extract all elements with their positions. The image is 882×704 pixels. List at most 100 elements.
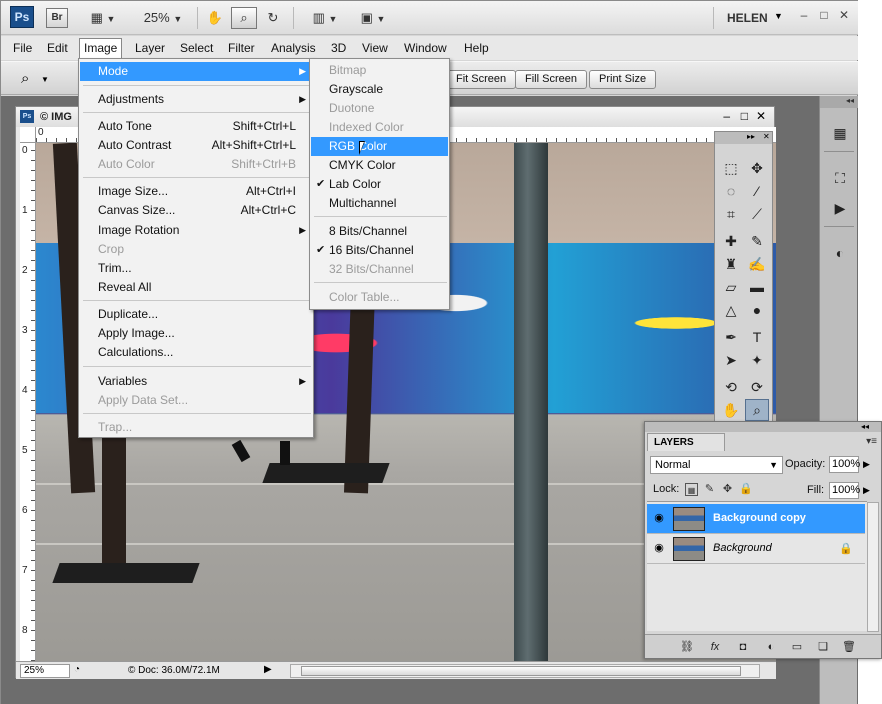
3d-rotate-tool[interactable]: ⟲ bbox=[719, 376, 743, 398]
tools-panel-header[interactable]: ▸▸ ✕ bbox=[715, 132, 772, 144]
fit-screen-button[interactable]: Fit Screen bbox=[446, 70, 517, 89]
layers-scrollbar[interactable] bbox=[867, 502, 879, 632]
new-layer-icon[interactable]: ❏ bbox=[815, 639, 831, 655]
type-tool[interactable]: T bbox=[745, 326, 769, 348]
collapse-icon[interactable]: ◂◂ bbox=[846, 96, 854, 105]
path-selection-tool[interactable]: ➤ bbox=[719, 349, 743, 371]
menu-item-auto-contrast[interactable]: Auto Contrast Alt+Shift+Ctrl+L bbox=[80, 136, 312, 155]
mode-item-cmyk-color[interactable]: CMYK Color bbox=[311, 156, 448, 175]
blend-mode-dropdown[interactable]: Normal ▼ bbox=[650, 456, 783, 474]
eraser-tool[interactable]: ▱ bbox=[719, 276, 743, 298]
menu-3d[interactable]: 3D bbox=[327, 38, 350, 58]
chevron-down-icon[interactable]: ▼ bbox=[774, 11, 783, 21]
ruler-origin[interactable] bbox=[20, 127, 36, 143]
3d-orbit-tool[interactable]: ⟳ bbox=[745, 376, 769, 398]
shape-tool[interactable]: ✦ bbox=[745, 349, 769, 371]
eye-visibility-icon[interactable]: ◉ bbox=[652, 542, 666, 554]
zoom-percentage-field[interactable]: 25% bbox=[20, 664, 70, 678]
screen-mode-button[interactable]: ▣ ▼ bbox=[353, 7, 393, 29]
lasso-tool[interactable]: ◌ bbox=[719, 180, 743, 202]
doc-maximize-button[interactable]: □ bbox=[741, 109, 748, 123]
workspace-user-label[interactable]: HELEN bbox=[727, 11, 768, 25]
menu-item-canvas-size[interactable]: Canvas Size... Alt+Ctrl+C bbox=[80, 201, 312, 220]
minimize-button[interactable]: – bbox=[796, 7, 812, 23]
menu-item-duplicate[interactable]: Duplicate... bbox=[80, 305, 312, 324]
link-layers-icon[interactable]: ⛓ bbox=[679, 639, 695, 655]
scrollbar-thumb[interactable] bbox=[301, 666, 741, 676]
adjustments-panel-button[interactable]: ◐ bbox=[829, 242, 851, 264]
opacity-field[interactable]: 100% bbox=[829, 456, 860, 473]
adjustment-layer-icon[interactable]: ◐ bbox=[763, 639, 779, 655]
mode-item-16-bits[interactable]: ✔ 16 Bits/Channel bbox=[311, 241, 448, 260]
menu-layer[interactable]: Layer bbox=[131, 38, 169, 58]
transform-panel-button[interactable]: ⛶ bbox=[829, 167, 851, 189]
blur-tool[interactable]: △ bbox=[719, 299, 743, 321]
menu-view[interactable]: View bbox=[358, 38, 392, 58]
layer-row[interactable]: ◉ Background copy bbox=[647, 504, 865, 534]
history-brush-tool[interactable]: ✍ bbox=[745, 253, 769, 275]
menu-item-variables[interactable]: Variables ▶ bbox=[80, 372, 312, 391]
clone-stamp-tool[interactable]: ♜ bbox=[719, 253, 743, 275]
status-menu-icon[interactable]: ◔ bbox=[74, 664, 80, 675]
collapse-icon[interactable]: ▸▸ bbox=[747, 132, 755, 141]
arrange-documents-button[interactable]: ▥ ▼ bbox=[305, 7, 345, 29]
mode-item-rgb-color[interactable]: RGB Color bbox=[311, 137, 448, 156]
layer-style-icon[interactable]: fx bbox=[707, 639, 723, 655]
panel-menu-icon[interactable]: ▾≡ bbox=[866, 436, 877, 447]
hand-tool-button[interactable]: ✋ bbox=[203, 7, 227, 29]
print-size-button[interactable]: Print Size bbox=[589, 70, 657, 89]
rotate-view-button[interactable]: ↻ bbox=[261, 7, 285, 29]
menu-item-image-size[interactable]: Image Size... Alt+Ctrl+I bbox=[80, 182, 312, 201]
lock-pixels-icon[interactable]: ✎ bbox=[703, 483, 716, 496]
animation-panel-button[interactable]: ▶ bbox=[829, 197, 851, 219]
zoom-tool[interactable]: ⌕ bbox=[745, 399, 769, 421]
chevron-down-icon[interactable]: ▼ bbox=[41, 75, 49, 84]
dock-header[interactable]: ◂◂ bbox=[820, 96, 858, 108]
photoshop-logo[interactable]: Ps bbox=[10, 6, 34, 28]
horizontal-scrollbar[interactable] bbox=[290, 664, 760, 678]
layers-tab[interactable]: LAYERS bbox=[647, 433, 725, 451]
gradient-tool[interactable]: ▬ bbox=[745, 276, 769, 298]
menu-analysis[interactable]: Analysis bbox=[267, 38, 320, 58]
eyedropper-tool[interactable]: ⟋ bbox=[745, 203, 769, 225]
navigator-panel-button[interactable]: ▦ bbox=[829, 122, 851, 144]
menu-item-calculations[interactable]: Calculations... bbox=[80, 343, 312, 362]
menu-item-apply-image[interactable]: Apply Image... bbox=[80, 324, 312, 343]
lock-all-icon[interactable]: 🔒 bbox=[739, 483, 753, 496]
crop-tool[interactable]: ⌗ bbox=[719, 203, 743, 225]
mode-item-multichannel[interactable]: Multichannel bbox=[311, 194, 448, 213]
move-tool[interactable]: ✥ bbox=[745, 157, 769, 179]
maximize-button[interactable]: □ bbox=[816, 7, 832, 23]
lock-position-icon[interactable]: ✥ bbox=[721, 483, 734, 496]
dodge-tool[interactable]: ● bbox=[745, 299, 769, 321]
eye-visibility-icon[interactable]: ◉ bbox=[652, 512, 666, 524]
menu-item-image-rotation[interactable]: Image Rotation ▶ bbox=[80, 221, 312, 240]
new-group-icon[interactable]: ▭ bbox=[789, 639, 805, 655]
zoom-level-dropdown[interactable]: 25% ▼ bbox=[134, 7, 192, 29]
fill-slider-arrow-icon[interactable]: ▶ bbox=[863, 485, 870, 496]
trash-icon[interactable]: 🗑 bbox=[841, 639, 857, 655]
menu-window[interactable]: Window bbox=[400, 38, 451, 58]
menu-select[interactable]: Select bbox=[176, 38, 217, 58]
document-size-info[interactable]: © Doc: 36.0M/72.1M bbox=[128, 665, 220, 676]
menu-filter[interactable]: Filter bbox=[224, 38, 259, 58]
brush-tool[interactable]: ✎ bbox=[745, 230, 769, 252]
fill-field[interactable]: 100% bbox=[829, 482, 860, 499]
mode-item-8-bits[interactable]: 8 Bits/Channel bbox=[311, 222, 448, 241]
menu-edit[interactable]: Edit bbox=[43, 38, 72, 58]
menu-item-reveal-all[interactable]: Reveal All bbox=[80, 278, 312, 297]
menu-help[interactable]: Help bbox=[460, 38, 493, 58]
bridge-button[interactable]: Br bbox=[46, 8, 68, 28]
menu-item-mode[interactable]: Mode ▶ bbox=[80, 62, 312, 81]
marquee-tool[interactable]: ⬚ bbox=[719, 157, 743, 179]
healing-brush-tool[interactable]: ✚ bbox=[719, 230, 743, 252]
vertical-ruler[interactable]: 0 1 2 3 4 5 6 7 8 bbox=[20, 143, 36, 661]
layers-panel-header[interactable]: ◂◂ bbox=[645, 422, 881, 432]
pen-tool[interactable]: ✒ bbox=[719, 326, 743, 348]
view-extras-button[interactable]: ▦ ▼ bbox=[83, 7, 123, 29]
menu-item-auto-tone[interactable]: Auto Tone Shift+Ctrl+L bbox=[80, 117, 312, 136]
menu-item-trim[interactable]: Trim... bbox=[80, 259, 312, 278]
magic-wand-tool[interactable]: ⁄ bbox=[745, 180, 769, 202]
layer-row[interactable]: ◉ Background 🔒 bbox=[647, 534, 865, 564]
mode-item-grayscale[interactable]: Grayscale bbox=[311, 80, 448, 99]
